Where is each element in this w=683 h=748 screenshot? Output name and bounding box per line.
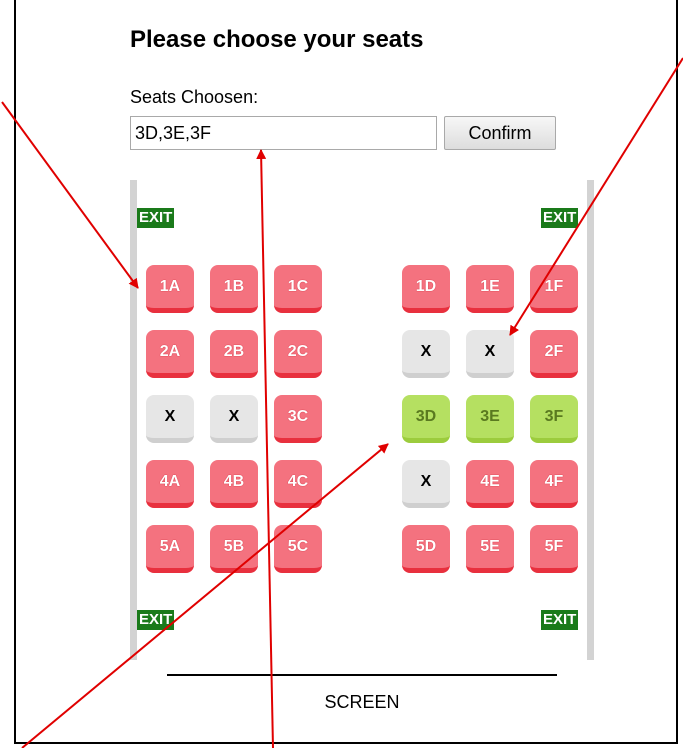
seat-4c[interactable]: 4C [274,460,322,508]
seat-label: X [228,407,240,425]
exit-sign-bottom-left: EXIT [137,610,175,630]
seat-3a: X [146,395,194,443]
left-wall [130,180,137,660]
seat-label: 4F [544,472,564,490]
seat-label: X [484,342,496,360]
seat-label: 4B [223,472,245,490]
seat-label: 5F [544,537,564,555]
right-wall [587,180,594,660]
seats-chosen-input[interactable] [130,116,437,150]
seat-2b[interactable]: 2B [210,330,258,378]
seat-1a[interactable]: 1A [146,265,194,313]
seat-5f[interactable]: 5F [530,525,578,573]
seat-4f[interactable]: 4F [530,460,578,508]
seat-2c[interactable]: 2C [274,330,322,378]
seat-4b[interactable]: 4B [210,460,258,508]
seat-label: 5C [287,537,309,555]
seat-label: 3C [287,407,309,425]
confirm-button[interactable]: Confirm [444,116,556,150]
seats-chosen-label: Seats Choosen: [130,87,259,107]
seat-label: 5A [159,537,181,555]
seat-label: 3E [480,407,500,425]
seat-5d[interactable]: 5D [402,525,450,573]
seat-label: X [420,342,432,360]
seat-label: 1E [480,277,500,295]
seat-2a[interactable]: 2A [146,330,194,378]
seat-label: 1F [544,277,564,295]
seat-label: 3F [544,407,564,425]
seat-label: 1C [287,277,309,295]
seat-label: 2A [159,342,181,360]
seat-2d: X [402,330,450,378]
seat-label: X [164,407,176,425]
seat-5e[interactable]: 5E [466,525,514,573]
seat-label: 1B [223,277,245,295]
seat-label: 1D [415,277,437,295]
exit-sign-bottom-right: EXIT [541,610,579,630]
seat-label: 4E [480,472,500,490]
seat-label: 2C [287,342,309,360]
seat-1c[interactable]: 1C [274,265,322,313]
seat-2e: X [466,330,514,378]
seat-label: 5B [223,537,245,555]
seat-label: 3D [415,407,437,425]
seat-3d[interactable]: 3D [402,395,450,443]
seat-3f[interactable]: 3F [530,395,578,443]
page-frame [14,0,678,744]
seat-5b[interactable]: 5B [210,525,258,573]
seat-4a[interactable]: 4A [146,460,194,508]
seat-1b[interactable]: 1B [210,265,258,313]
seat-label: 1A [159,277,181,295]
seat-1f[interactable]: 1F [530,265,578,313]
seat-1d[interactable]: 1D [402,265,450,313]
seat-label: 4C [287,472,309,490]
seat-label: 4A [159,472,181,490]
seat-5c[interactable]: 5C [274,525,322,573]
screen-line [167,674,557,676]
seat-2f[interactable]: 2F [530,330,578,378]
screen-label: SCREEN [324,692,400,712]
seat-5a[interactable]: 5A [146,525,194,573]
seat-label: 5E [480,537,500,555]
seat-4d: X [402,460,450,508]
seat-4e[interactable]: 4E [466,460,514,508]
seat-3c[interactable]: 3C [274,395,322,443]
exit-sign-top-right: EXIT [541,208,579,228]
seat-1e[interactable]: 1E [466,265,514,313]
seat-label: 2B [223,342,245,360]
exit-sign-top-left: EXIT [137,208,175,228]
seat-label: 5D [415,537,437,555]
seat-label: X [420,472,432,490]
page-title: Please choose your seats [130,26,424,53]
seat-label: 2F [544,342,564,360]
seat-3b: X [210,395,258,443]
seat-3e[interactable]: 3E [466,395,514,443]
